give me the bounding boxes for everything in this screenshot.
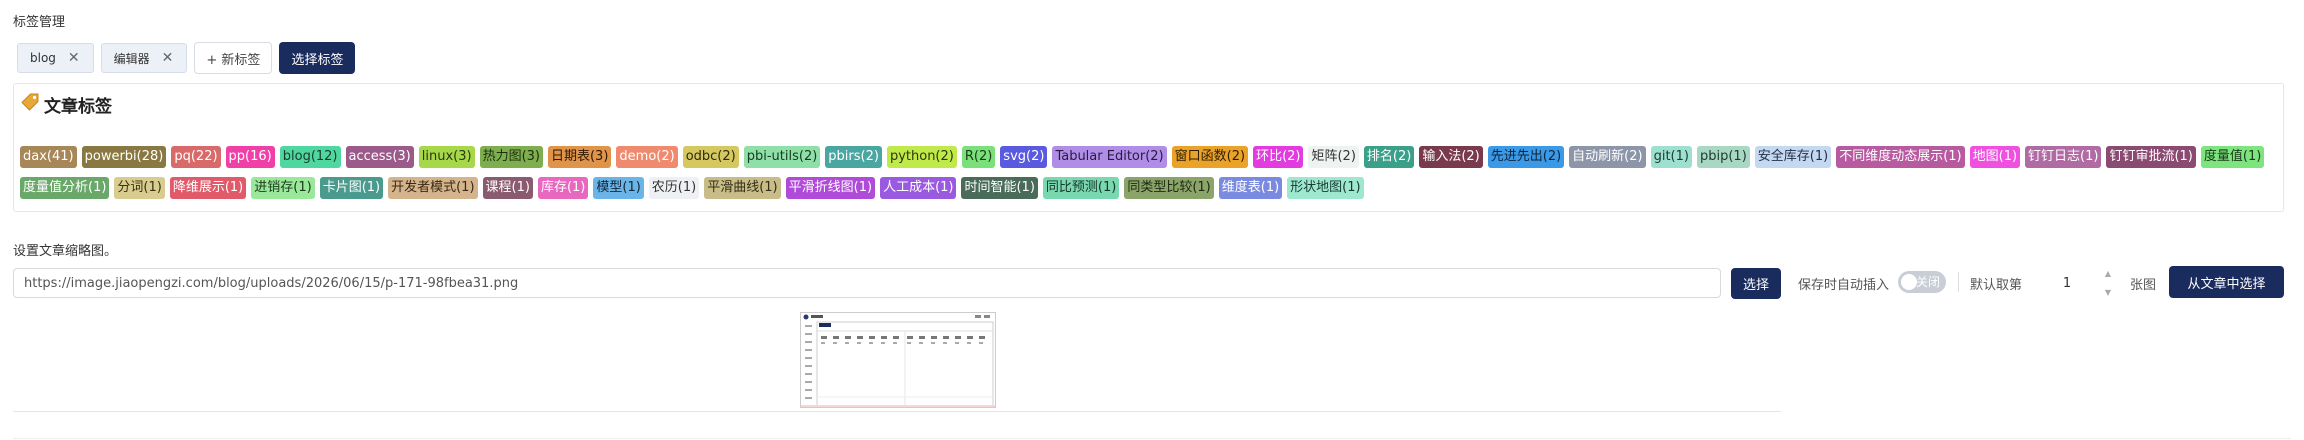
- tag-chip[interactable]: 同类型比较(1): [1124, 177, 1214, 199]
- tag-chip[interactable]: 人工成本(1): [880, 177, 957, 199]
- tag-chip[interactable]: pbip(1): [1696, 146, 1750, 168]
- thumbnail-label: 设置文章缩略图。: [13, 244, 118, 259]
- selected-tag[interactable]: 编辑器 ✕: [100, 43, 188, 73]
- tag-chip[interactable]: odbc(2): [682, 146, 739, 168]
- default-pick-label: 默认取第: [1970, 278, 2023, 293]
- tag-chip[interactable]: 开发者模式(1): [388, 177, 478, 199]
- tag-chip[interactable]: pbi-utils(2): [743, 146, 821, 168]
- divider: [1958, 272, 1959, 292]
- tag-chip[interactable]: 先进先出(2): [1487, 146, 1565, 168]
- tag-chip[interactable]: 卡片图(1): [319, 177, 384, 199]
- tag-chip[interactable]: blog(12): [279, 146, 341, 168]
- tag-chip[interactable]: svg(2): [1000, 146, 1048, 168]
- auto-insert-toggle[interactable]: 关闭: [1898, 271, 1946, 293]
- tag-chip[interactable]: 库存(1): [537, 177, 589, 199]
- panel-header: 文章标签: [20, 92, 112, 117]
- chevron-down-icon[interactable]: ▼: [2105, 288, 2111, 297]
- thumbnail-preview: [800, 312, 996, 408]
- tag-chip[interactable]: access(3): [345, 146, 414, 168]
- selected-tags-row: blog ✕ 编辑器 ✕ + 新标签 选择标签: [17, 42, 356, 74]
- tag-chip[interactable]: 不同维度动态展示(1): [1836, 146, 1965, 168]
- image-index-stepper[interactable]: 1 ▲ ▼: [2034, 268, 2118, 298]
- toggle-knob: [1901, 274, 1917, 290]
- from-article-button[interactable]: 从文章中选择: [2169, 266, 2284, 298]
- tag-chip[interactable]: 农历(1): [648, 177, 700, 199]
- tag-chip[interactable]: 形状地图(1): [1287, 177, 1364, 199]
- toggle-text: 关闭: [1915, 275, 1940, 289]
- tag-chip[interactable]: dax(41): [20, 146, 77, 168]
- tag-chip[interactable]: 自动刷新(2): [1569, 146, 1646, 168]
- tag-chip[interactable]: 模型(1): [593, 177, 644, 199]
- selected-tag[interactable]: blog ✕: [17, 43, 94, 73]
- tag-panel: 文章标签 dax(41) powerbi(28) pq(22) pp(16) blog(…: [13, 83, 2284, 212]
- tag-chip[interactable]: git(1): [1650, 146, 1692, 168]
- new-tag-button[interactable]: + 新标签: [194, 42, 273, 74]
- stepper-arrows[interactable]: ▲ ▼: [2100, 269, 2116, 297]
- tag-chip[interactable]: demo(2): [616, 146, 678, 168]
- close-icon[interactable]: ✕: [162, 51, 174, 65]
- divider: [13, 411, 1781, 412]
- panel-title: 文章标签: [44, 97, 112, 117]
- tag-chip[interactable]: 窗口函数(2): [1171, 146, 1249, 168]
- tag-chip[interactable]: 度量值(1): [2200, 146, 2265, 168]
- tag-chip[interactable]: 环比(2): [1253, 146, 1304, 168]
- close-icon[interactable]: ✕: [68, 51, 80, 65]
- divider: [13, 438, 2291, 439]
- tag-chip[interactable]: python(2): [886, 146, 957, 168]
- selected-tag-label: blog: [30, 51, 56, 65]
- tag-chip[interactable]: 矩阵(2): [1308, 146, 1359, 168]
- thumbnail-url-input[interactable]: [13, 268, 1721, 298]
- unit-label: 张图: [2130, 278, 2157, 293]
- tag-chip[interactable]: pbirs(2): [825, 146, 882, 168]
- selected-tag-label: 编辑器: [113, 51, 150, 66]
- select-button[interactable]: 选择: [1731, 268, 1781, 299]
- tag-icon: [20, 92, 40, 117]
- tag-chip[interactable]: 进销存(1): [251, 177, 315, 199]
- tag-chip[interactable]: 钉钉审批流(1): [2106, 146, 2196, 168]
- tag-chip[interactable]: 热力图(3): [479, 146, 543, 168]
- tag-chip[interactable]: 安全库存(1): [1754, 146, 1832, 168]
- tag-chip[interactable]: 平滑曲线(1): [704, 177, 781, 199]
- chevron-up-icon[interactable]: ▲: [2105, 269, 2111, 278]
- tag-chip[interactable]: 降维展示(1): [169, 177, 247, 199]
- tag-list: dax(41) powerbi(28) pq(22) pp(16) blog(12) ac…: [20, 146, 2279, 199]
- auto-insert-label: 保存时自动插入: [1798, 278, 1890, 293]
- tag-chip[interactable]: 时间智能(1): [961, 177, 1038, 199]
- tag-chip[interactable]: linux(3): [418, 146, 475, 168]
- tag-chip[interactable]: powerbi(28): [81, 146, 167, 168]
- tag-chip[interactable]: 输入法(2): [1419, 146, 1483, 168]
- tag-chip[interactable]: 钉钉日志(1): [2025, 146, 2102, 168]
- tag-chip[interactable]: 排名(2): [1363, 146, 1415, 168]
- tag-chip[interactable]: pq(22): [171, 146, 221, 168]
- tag-chip[interactable]: 度量值分析(1): [20, 177, 110, 199]
- tag-chip[interactable]: 地图(1): [1969, 146, 2021, 168]
- tag-chip[interactable]: Tabular Editor(2): [1052, 146, 1167, 168]
- tag-chip[interactable]: 课程(1): [482, 177, 533, 199]
- tag-chip[interactable]: 同比预测(1): [1042, 177, 1120, 199]
- image-index-value: 1: [2062, 275, 2072, 291]
- tag-chip[interactable]: 维度表(1): [1218, 177, 1283, 199]
- choose-tags-button[interactable]: 选择标签: [279, 42, 356, 74]
- tag-chip[interactable]: 平滑折线图(1): [785, 177, 876, 199]
- tag-chip[interactable]: pp(16): [225, 146, 275, 168]
- tag-chip[interactable]: 日期表(3): [547, 146, 612, 168]
- section-title: 标签管理: [13, 15, 66, 30]
- tag-chip[interactable]: R(2): [961, 146, 996, 168]
- tag-chip[interactable]: 分词(1): [114, 177, 165, 199]
